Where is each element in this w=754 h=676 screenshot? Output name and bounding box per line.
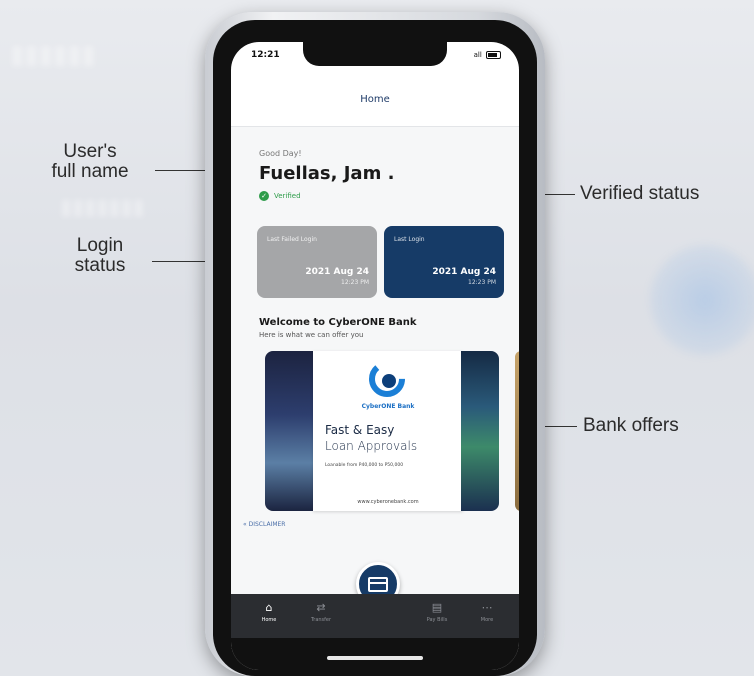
- last-failed-login-card[interactable]: Last Failed Login 2021 Aug 24 12:23 PM: [257, 226, 377, 298]
- tab-pay-bills[interactable]: ▤ Pay Bills: [417, 601, 457, 624]
- card-time: 12:23 PM: [341, 279, 369, 286]
- cyberone-logo-icon: [369, 361, 405, 397]
- offer-brand: CyberONE Bank: [361, 403, 415, 410]
- tab-home[interactable]: ⌂ Home: [249, 601, 289, 624]
- signal-icon: all: [473, 51, 482, 59]
- status-time: 12:21: [251, 50, 280, 60]
- home-indicator[interactable]: [327, 656, 423, 660]
- tab-label: Home: [261, 617, 277, 623]
- card-date: 2021 Aug 24: [432, 267, 496, 277]
- card-icon: [368, 576, 388, 592]
- more-icon: ⋯: [481, 601, 493, 614]
- card-title: Last Failed Login: [267, 236, 317, 243]
- offer-url: www.cyberonebank.com: [357, 499, 419, 505]
- app-screen: 12:21 all Home Good Day! Fuellas, Jam . …: [231, 42, 519, 670]
- tab-more[interactable]: ⋯ More: [467, 601, 507, 624]
- last-login-card[interactable]: Last Login 2021 Aug 24 12:23 PM: [384, 226, 504, 298]
- verified-status: ✓ Verified: [259, 191, 301, 201]
- page-title: Home: [360, 94, 390, 105]
- phone-notch: [303, 42, 447, 66]
- card-time: 12:23 PM: [468, 279, 496, 286]
- app-header: Home: [231, 72, 519, 127]
- tab-transfer[interactable]: ⇄ Transfer: [301, 601, 341, 624]
- offer-image-left: [265, 351, 315, 511]
- offer-fine-print: Loanable from P40,000 to P50,000: [325, 463, 404, 468]
- offer-card[interactable]: CyberONE Bank Fast & Easy Loan Approvals…: [313, 351, 463, 511]
- user-full-name: Fuellas, Jam .: [259, 163, 395, 184]
- offer-headline-2: Loan Approvals: [325, 439, 418, 453]
- annotation-bank-offers: Bank offers: [583, 415, 679, 436]
- battery-icon: [486, 51, 501, 59]
- annotation-verified-status: Verified status: [580, 183, 700, 204]
- home-bar: [231, 638, 519, 670]
- next-offer-peek[interactable]: [515, 351, 519, 511]
- card-title: Last Login: [394, 236, 425, 243]
- greeting-text: Good Day!: [259, 149, 302, 158]
- check-icon: ✓: [259, 191, 269, 201]
- home-content: Good Day! Fuellas, Jam . ✓ Verified Last…: [231, 127, 519, 607]
- annotation-user-full-name: User's full name: [51, 141, 129, 182]
- bank-offers-carousel[interactable]: CyberONE Bank Fast & Easy Loan Approvals…: [231, 351, 519, 516]
- tab-label: Pay Bills: [426, 617, 448, 623]
- card-date: 2021 Aug 24: [305, 267, 369, 277]
- welcome-subtitle: Here is what we can offer you: [259, 331, 364, 339]
- bottom-tab-bar: ⌂ Home ⇄ Transfer ▤ Pay Bills ⋯ More: [231, 594, 519, 638]
- annotation-login-status: Login status: [74, 235, 126, 276]
- background-blur-text: ▮▮▮▮▮▮: [10, 40, 96, 70]
- tab-label: Transfer: [310, 617, 332, 623]
- offer-image-right: [461, 351, 499, 511]
- verified-label: Verified: [274, 192, 301, 200]
- disclaimer-link[interactable]: « DISCLAIMER: [243, 521, 285, 528]
- background-logo-blur: [650, 245, 754, 355]
- tab-label: More: [480, 617, 494, 623]
- home-icon: ⌂: [265, 601, 273, 614]
- background-blur-text: ▮▮▮▮▮▮▮: [60, 195, 145, 220]
- transfer-icon: ⇄: [316, 601, 326, 614]
- welcome-title: Welcome to CyberONE Bank: [259, 317, 417, 328]
- offer-headline: Fast & Easy: [325, 423, 395, 437]
- phone-frame: 12:21 all Home Good Day! Fuellas, Jam . …: [205, 12, 545, 676]
- bills-icon: ▤: [431, 601, 443, 614]
- phone-bezel: 12:21 all Home Good Day! Fuellas, Jam . …: [213, 20, 537, 676]
- status-right: all: [474, 51, 501, 59]
